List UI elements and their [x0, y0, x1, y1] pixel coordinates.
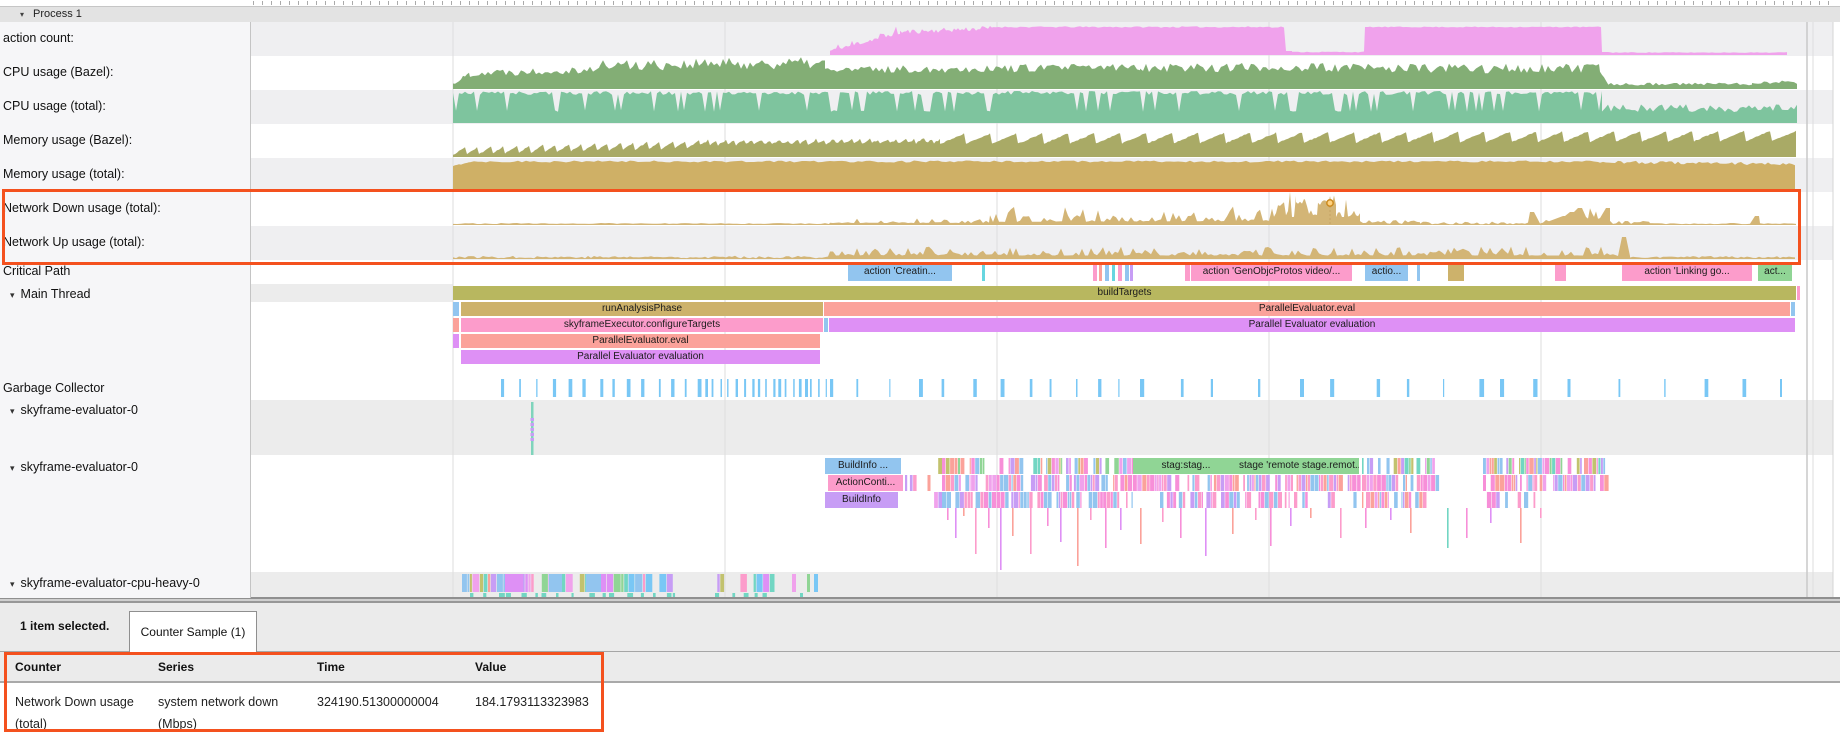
- slice-tick[interactable]: [824, 318, 828, 332]
- track-label-text: skyframe-evaluator-cpu-heavy-0: [21, 576, 200, 590]
- slice-stage-remote-stage-remot[interactable]: stage 'remote stage.remot...: [1239, 458, 1359, 474]
- slice-action-linking-go[interactable]: action 'Linking go...: [1622, 263, 1752, 281]
- cell-time: 324190.51300000004: [317, 691, 477, 713]
- slice-tick[interactable]: [453, 318, 459, 332]
- collapse-triangle-icon[interactable]: ▾: [10, 579, 15, 589]
- slice-tick[interactable]: [1105, 263, 1109, 281]
- trace-viewer-window: { "header": { "title": "Process 1", "col…: [0, 0, 1840, 742]
- collapse-triangle-icon[interactable]: ▾: [10, 463, 15, 473]
- tab-counter-sample[interactable]: Counter Sample (1): [129, 611, 257, 653]
- slice-parallelevaluator-eval[interactable]: ParallelEvaluator.eval: [824, 302, 1790, 316]
- track-label-network-down-usage-total: Network Down usage (total):: [3, 201, 161, 215]
- track-label-text: Garbage Collector: [3, 381, 104, 395]
- slice-action-creatin[interactable]: action 'Creatin...: [848, 263, 952, 281]
- slice-tick[interactable]: [1112, 263, 1115, 281]
- track-label-memory-usage-total: Memory usage (total):: [3, 167, 125, 181]
- track-label-garbage-collector: Garbage Collector: [3, 381, 104, 395]
- slice-tick[interactable]: [1130, 263, 1133, 281]
- cell-value: 184.1793113323983: [475, 691, 635, 713]
- track-label-skyframe-evaluator-0[interactable]: ▾ skyframe-evaluator-0: [10, 403, 138, 417]
- column-header-value: Value: [475, 660, 506, 674]
- slice-actionconti[interactable]: ActionConti...: [828, 475, 903, 491]
- slice-actio[interactable]: actio...: [1365, 263, 1408, 281]
- slice-buildtargets[interactable]: buildTargets: [453, 286, 1796, 300]
- track-label-text: skyframe-evaluator-0: [21, 460, 138, 474]
- column-header-series: Series: [158, 660, 194, 674]
- column-header-time: Time: [317, 660, 345, 674]
- track-label-critical-path: Critical Path: [3, 264, 70, 278]
- cell-counter: Network Down usage (total): [15, 691, 145, 735]
- counter-table-header: Counter Series Time Value: [0, 652, 1840, 683]
- slice-tick[interactable]: [1797, 286, 1800, 300]
- slice-parallelevaluator-eval[interactable]: ParallelEvaluator.eval: [461, 334, 820, 348]
- slice-buildinfo[interactable]: BuildInfo ...: [825, 458, 901, 474]
- slices-layer: action 'Creatin... action 'GenObjcProtos …: [0, 0, 1840, 598]
- slice-buildinfo[interactable]: BuildInfo: [825, 492, 898, 508]
- slice-tick[interactable]: [1417, 263, 1420, 281]
- slice-tick[interactable]: [1448, 263, 1464, 281]
- track-label-text: Memory usage (Bazel):: [3, 133, 132, 147]
- slice-tick[interactable]: [453, 334, 459, 348]
- track-label-panel: action count: CPU usage (Bazel): CPU usage…: [0, 22, 251, 598]
- slice-tick[interactable]: [1185, 263, 1190, 281]
- slice-tick[interactable]: [1118, 263, 1122, 281]
- track-label-main-thread[interactable]: ▾ Main Thread: [10, 287, 90, 301]
- slice-parallel-evaluator-evaluation[interactable]: Parallel Evaluator evaluation: [461, 350, 820, 364]
- track-label-text: Network Down usage (total):: [3, 201, 161, 215]
- collapse-triangle-icon[interactable]: ▾: [10, 290, 15, 300]
- track-label-cpu-usage-total: CPU usage (total):: [3, 99, 106, 113]
- track-label-text: CPU usage (total):: [3, 99, 106, 113]
- track-label-text: Memory usage (total):: [3, 167, 125, 181]
- slice-act[interactable]: act...: [1758, 263, 1792, 281]
- slice-runanalysisphase[interactable]: runAnalysisPhase: [461, 302, 823, 316]
- counter-table-body: Network Down usage (total) system networ…: [0, 683, 1840, 742]
- slice-skyframeexecutor-configuretarg[interactable]: skyframeExecutor.configureTargets: [461, 318, 823, 332]
- slice-tick[interactable]: [1791, 302, 1795, 316]
- slice-parallel-evaluator-evaluation[interactable]: Parallel Evaluator evaluation: [829, 318, 1795, 332]
- track-label-text: Critical Path: [3, 264, 70, 278]
- cell-series: system network down (Mbps): [158, 691, 303, 735]
- slice-action-genobjcprotos-video[interactable]: action 'GenObjcProtos video/...: [1191, 263, 1352, 281]
- track-label-skyframe-evaluator-cpu-heavy-0[interactable]: ▾ skyframe-evaluator-cpu-heavy-0: [10, 576, 200, 590]
- track-label-network-up-usage-total: Network Up usage (total):: [3, 235, 145, 249]
- track-label-text: Network Up usage (total):: [3, 235, 145, 249]
- track-label-text: CPU usage (Bazel):: [3, 65, 113, 79]
- slice-tick[interactable]: [1555, 263, 1566, 281]
- track-label-memory-usage-bazel: Memory usage (Bazel):: [3, 133, 132, 147]
- selection-status-text: 1 item selected.: [20, 619, 109, 633]
- slice-tick[interactable]: [453, 302, 459, 316]
- column-header-counter: Counter: [15, 660, 61, 674]
- track-label-text: Main Thread: [21, 287, 91, 301]
- track-label-action-count: action count:: [3, 31, 74, 45]
- slice-tick[interactable]: [1099, 263, 1102, 281]
- slice-stag-stag[interactable]: stag:stag...: [1133, 458, 1239, 474]
- track-label-skyframe-evaluator-0[interactable]: ▾ skyframe-evaluator-0: [10, 460, 138, 474]
- slice-tick[interactable]: [1093, 263, 1097, 281]
- collapse-triangle-icon[interactable]: ▾: [10, 406, 15, 416]
- track-label-cpu-usage-bazel: CPU usage (Bazel):: [3, 65, 113, 79]
- track-label-text: skyframe-evaluator-0: [21, 403, 138, 417]
- slice-tick[interactable]: [1125, 263, 1129, 281]
- track-label-text: action count:: [3, 31, 74, 45]
- slice-tick[interactable]: [982, 263, 985, 281]
- details-tab-bar: 1 item selected. Counter Sample (1): [0, 603, 1840, 652]
